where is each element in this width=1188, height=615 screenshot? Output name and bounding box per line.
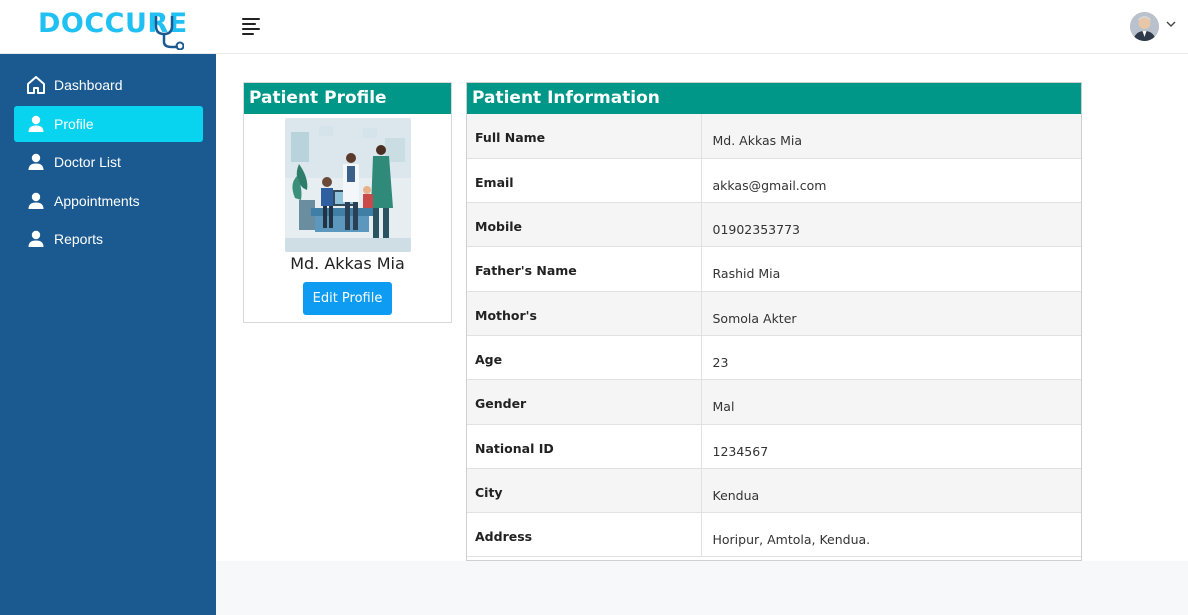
top-header: DOCCURE	[0, 0, 1188, 54]
chevron-down-icon[interactable]	[1165, 18, 1177, 30]
sidebar-item-label: Profile	[54, 116, 94, 132]
sidebar-item-label: Reports	[54, 231, 104, 247]
table-row: Gender Mal	[467, 379, 1081, 425]
field-label: City	[467, 468, 702, 514]
field-label: Address	[467, 512, 702, 558]
patient-name: Md. Akkas Mia	[290, 254, 405, 273]
field-label: Gender	[467, 379, 702, 425]
sidebar-item-reports[interactable]: Reports	[14, 221, 203, 257]
avatar-photo	[1130, 12, 1159, 41]
sidebar-item-label: Dashboard	[54, 77, 123, 93]
field-value: 1234567	[701, 424, 1081, 469]
sidebar-item-doctor-list[interactable]: Doctor List	[14, 144, 203, 180]
sidebar-item-label: Doctor List	[54, 154, 121, 170]
field-value: Kendua	[701, 468, 1081, 514]
sidebar-item-label: Appointments	[54, 193, 140, 209]
field-value: Mal	[701, 379, 1081, 425]
user-icon	[25, 151, 47, 173]
user-icon	[25, 190, 47, 212]
table-row: Email akkas@gmail.com	[467, 158, 1081, 204]
user-icon	[25, 228, 47, 250]
field-label: Age	[467, 335, 702, 381]
patient-information-card: Patient Information Full Name Md. Akkas …	[466, 82, 1082, 561]
menu-toggle-button[interactable]	[242, 18, 262, 36]
stethoscope-icon	[154, 16, 184, 50]
field-label: Father's Name	[467, 246, 702, 292]
field-value: 01902353773	[701, 202, 1081, 248]
edit-profile-button[interactable]: Edit Profile	[303, 282, 392, 315]
hamburger-icon-line	[242, 18, 260, 20]
sidebar: Dashboard Profile Doctor List Appointmen…	[0, 54, 216, 615]
field-label: National ID	[467, 424, 702, 469]
table-row: Full Name Md. Akkas Mia	[467, 114, 1081, 159]
hamburger-icon-line	[242, 28, 260, 30]
field-value: Md. Akkas Mia	[701, 114, 1081, 159]
home-icon	[25, 74, 47, 96]
sidebar-item-appointments[interactable]: Appointments	[14, 183, 203, 219]
field-value: Horipur, Amtola, Kendua.	[701, 512, 1081, 558]
doccure-logo[interactable]: DOCCURE	[38, 8, 187, 50]
field-label: Mobile	[467, 202, 702, 248]
table-row: Age 23	[467, 335, 1081, 381]
sidebar-item-profile[interactable]: Profile	[14, 106, 203, 142]
table-row: City Kendua	[467, 468, 1081, 514]
field-value: 23	[701, 335, 1081, 381]
sidebar-item-dashboard[interactable]: Dashboard	[14, 67, 203, 103]
avatar[interactable]	[1130, 12, 1159, 41]
card-title: Patient Information	[467, 83, 1081, 114]
patient-profile-card: Patient Profile Md. Akkas Mia Edit Profi…	[243, 82, 452, 323]
hamburger-icon-line	[242, 33, 254, 35]
table-row: Mothor's Somola Akter	[467, 291, 1081, 336]
field-label: Full Name	[467, 114, 702, 159]
table-row: Mobile 01902353773	[467, 202, 1081, 248]
table-row: Address Horipur, Amtola, Kendua.	[467, 512, 1081, 558]
profile-image	[285, 118, 411, 252]
user-menu[interactable]	[1130, 12, 1178, 42]
field-value: akkas@gmail.com	[701, 158, 1081, 204]
field-label: Email	[467, 158, 702, 204]
user-icon	[25, 113, 47, 135]
field-value: Rashid Mia	[701, 246, 1081, 292]
field-label: Mothor's	[467, 291, 702, 336]
hamburger-icon-line	[242, 23, 256, 25]
card-title: Patient Profile	[244, 83, 451, 114]
patient-info-table: Full Name Md. Akkas Mia Email akkas@gmai…	[467, 114, 1081, 558]
table-row: National ID 1234567	[467, 424, 1081, 469]
field-value: Somola Akter	[701, 291, 1081, 336]
table-row: Father's Name Rashid Mia	[467, 246, 1081, 292]
